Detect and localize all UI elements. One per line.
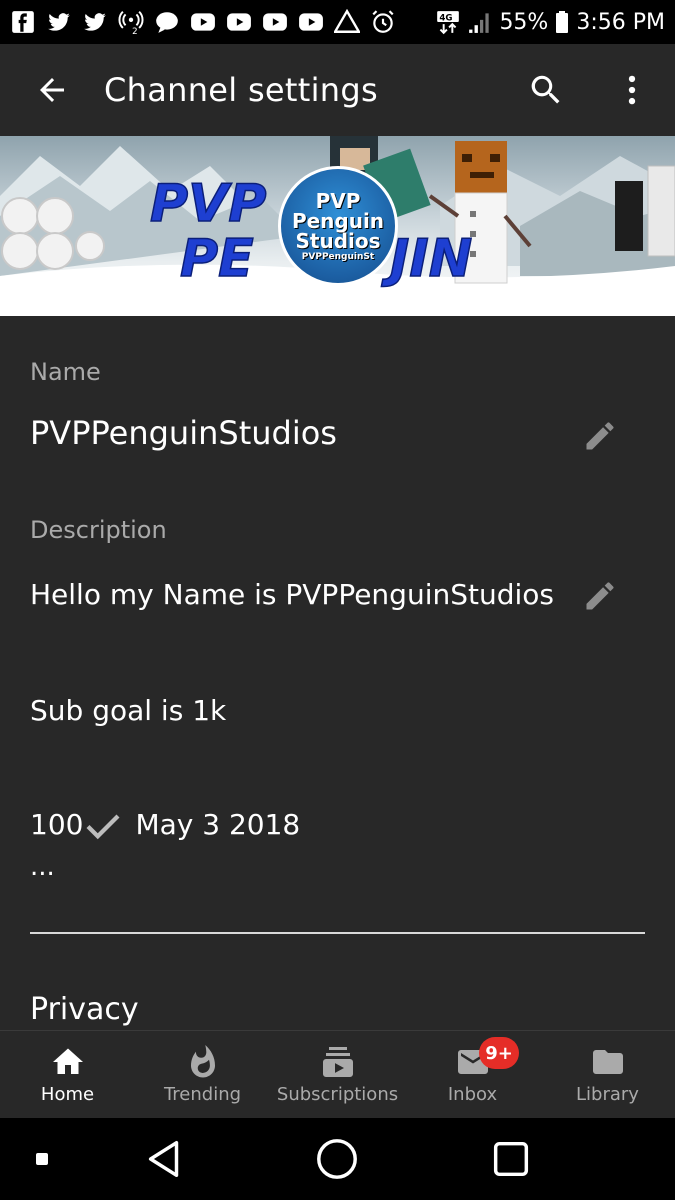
recent-dot-button[interactable]: [30, 1147, 54, 1171]
folder-icon: [592, 1050, 623, 1074]
system-home-button[interactable]: [312, 1134, 362, 1184]
status-bar: 2 4G 55% 3:56 PM: [0, 0, 675, 44]
nav-label-subscriptions: Subscriptions: [276, 1084, 399, 1105]
signal-icon: [467, 9, 493, 35]
avatar-line2: Penguin: [291, 208, 385, 233]
description-label: Description: [30, 516, 167, 544]
nav-inbox[interactable]: 9+ Inbox: [405, 1031, 540, 1118]
twitter-icon: [46, 9, 72, 35]
description-line-1: Hello my Name is PVPPenguinStudios: [30, 578, 554, 611]
clock: 3:56 PM: [576, 9, 665, 35]
youtube-icon: [262, 9, 288, 35]
edit-description-button[interactable]: [576, 572, 624, 620]
svg-text:4G: 4G: [440, 13, 453, 23]
arrow-left-icon: [40, 78, 64, 102]
youtube-icon: [190, 9, 216, 35]
square-recents-icon: [493, 1141, 529, 1177]
nav-trending[interactable]: Trending: [135, 1031, 270, 1118]
system-back-button[interactable]: [140, 1134, 190, 1184]
nav-label-inbox: Inbox: [447, 1084, 498, 1105]
network-4g-icon: 4G: [435, 9, 461, 35]
nav-library[interactable]: Library: [540, 1031, 675, 1118]
divider: [30, 932, 645, 934]
nav-label-library: Library: [576, 1084, 639, 1105]
circle-home-icon: [317, 1139, 357, 1179]
nav-home[interactable]: Home: [0, 1031, 135, 1118]
channel-banner[interactable]: PVP PE JIN PVP Penguin Studios PVPPengui…: [0, 136, 675, 316]
back-button[interactable]: [0, 44, 104, 136]
privacy-label[interactable]: Privacy: [30, 992, 139, 1027]
goal-date: May 3 2018: [135, 808, 301, 841]
settings-content: Name PVPPenguinStudios Description Hello…: [0, 316, 675, 1030]
svg-text:PE: PE: [180, 229, 254, 289]
bottom-navigation: Home Trending Subscriptions 9+ Inbox Lib…: [0, 1030, 675, 1118]
avatar-small-text: PVPPenguinSt: [301, 251, 375, 262]
description-more[interactable]: ...: [30, 852, 55, 882]
nav-subscriptions[interactable]: Subscriptions: [270, 1031, 405, 1118]
search-icon: [531, 75, 560, 104]
avatar-line3: Studios: [295, 228, 381, 253]
hotspot-icon: 2: [118, 9, 144, 35]
name-value: PVPPenguinStudios: [30, 414, 337, 452]
checkmark-icon: [85, 810, 121, 840]
more-vert-icon: [628, 75, 636, 105]
page-title: Channel settings: [104, 71, 378, 109]
chat-icon: [154, 9, 180, 35]
search-button[interactable]: [503, 44, 589, 136]
warning-icon: [334, 9, 360, 35]
app-bar: Channel settings: [0, 44, 675, 136]
inbox-badge: 9+: [479, 1037, 519, 1069]
youtube-icon: [298, 9, 324, 35]
triangle-back-icon: [148, 1140, 179, 1178]
more-options-button[interactable]: [589, 44, 675, 136]
battery-percent: 55%: [499, 9, 549, 35]
nav-label-home: Home: [40, 1084, 95, 1105]
description-line-2: Sub goal is 1k: [30, 694, 227, 727]
system-recents-button[interactable]: [486, 1134, 536, 1184]
battery-icon: [554, 9, 570, 35]
edit-name-button[interactable]: [576, 412, 624, 460]
system-navigation: [0, 1118, 675, 1200]
square-dot-icon: [36, 1153, 48, 1165]
home-icon: [52, 1048, 83, 1074]
name-label: Name: [30, 358, 101, 386]
pencil-icon: [586, 422, 614, 450]
pencil-icon: [586, 582, 614, 610]
subscriptions-icon: [322, 1047, 353, 1077]
alarm-icon: [370, 9, 396, 35]
twitter-icon: [82, 9, 108, 35]
avatar-line1: PVP: [315, 188, 361, 213]
sub-count: 100: [30, 808, 84, 841]
description-line-3: 100 May 3 2018: [30, 808, 300, 841]
svg-text:2: 2: [132, 27, 138, 35]
facebook-icon: [10, 9, 36, 35]
svg-text:PVP: PVP: [150, 174, 266, 234]
flame-icon: [190, 1045, 215, 1078]
nav-label-trending: Trending: [163, 1084, 242, 1105]
youtube-icon: [226, 9, 252, 35]
channel-avatar[interactable]: PVP Penguin Studios PVPPenguinSt: [278, 166, 398, 286]
